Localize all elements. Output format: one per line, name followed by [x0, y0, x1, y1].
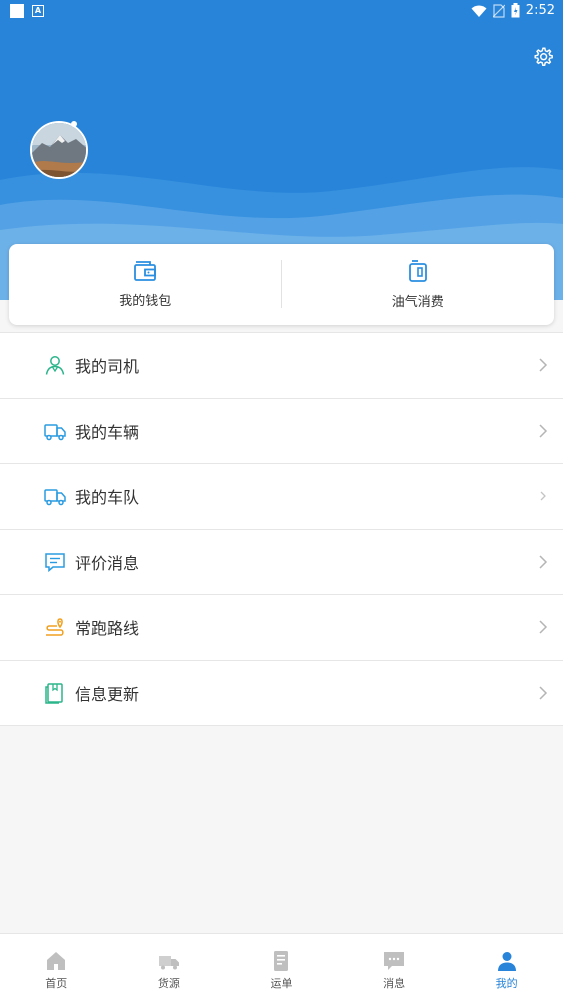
quick-actions-card: 我的钱包 油气消费: [9, 244, 554, 325]
menu-item-label: 我的司机: [75, 357, 140, 377]
wallet-button[interactable]: 我的钱包: [9, 244, 282, 325]
tab-messages[interactable]: 消息: [338, 934, 451, 1002]
cargo-truck-icon: [158, 956, 179, 970]
tab-home[interactable]: 首页: [0, 934, 113, 1002]
battery-icon: [511, 3, 520, 18]
menu-item-label: 评价消息: [75, 553, 140, 573]
person-icon: [497, 952, 516, 971]
home-icon: [47, 952, 66, 970]
document-icon: [45, 683, 63, 704]
tab-label: 消息: [383, 977, 406, 990]
menu-item-my-fleet[interactable]: 我的车队: [0, 464, 563, 530]
chevron-right-icon: [539, 424, 548, 438]
gear-icon[interactable]: [532, 46, 554, 68]
chevron-right-icon: [539, 358, 548, 372]
chevron-right-icon: [539, 555, 548, 569]
menu-list: 我的司机 我的车辆 我的车队 评价消息 常跑路线 信息更新: [0, 332, 563, 726]
chat-icon: [384, 952, 405, 970]
bottom-navigation: 首页 货源 运单 消息 我的: [0, 933, 563, 1002]
wallet-label: 我的钱包: [119, 294, 172, 309]
tab-label: 首页: [45, 977, 68, 990]
menu-item-label: 我的车辆: [75, 422, 140, 442]
avatar[interactable]: [30, 121, 88, 179]
avatar-badge-dot: [71, 121, 77, 127]
truck-icon: [44, 424, 66, 440]
truck-icon: [44, 489, 66, 506]
notification-square-icon: [10, 4, 24, 18]
message-icon: [45, 553, 65, 572]
status-bar: A 2:52: [0, 0, 563, 24]
chevron-right-icon: [539, 620, 548, 634]
tab-mine[interactable]: 我的: [450, 934, 563, 1002]
fuel-icon: [408, 260, 427, 282]
menu-item-my-vehicles[interactable]: 我的车辆: [0, 399, 563, 464]
no-sim-icon: [492, 3, 505, 18]
tab-label: 货源: [157, 977, 180, 990]
menu-item-label: 我的车队: [75, 488, 140, 508]
tab-waybill[interactable]: 运单: [225, 934, 338, 1002]
wallet-icon: [134, 261, 157, 281]
waybill-icon: [274, 951, 289, 971]
wifi-icon: [471, 5, 487, 17]
fuel-consumption-button[interactable]: 油气消费: [282, 244, 555, 325]
chevron-right-icon: [540, 491, 546, 501]
menu-item-info-update[interactable]: 信息更新: [0, 661, 563, 726]
menu-item-my-drivers[interactable]: 我的司机: [0, 333, 563, 399]
driver-icon: [45, 356, 65, 375]
tab-label: 运单: [270, 977, 293, 990]
menu-item-frequent-routes[interactable]: 常跑路线: [0, 595, 563, 661]
status-time: 2:52: [525, 3, 555, 18]
android-a-icon: A: [32, 5, 44, 17]
tab-label: 我的: [495, 977, 518, 990]
fuel-label: 油气消费: [391, 295, 444, 310]
chevron-right-icon: [539, 686, 548, 700]
route-icon: [46, 618, 64, 636]
card-divider: [281, 260, 282, 308]
menu-item-label: 常跑路线: [75, 619, 140, 639]
menu-item-label: 信息更新: [75, 684, 140, 704]
menu-item-reviews[interactable]: 评价消息: [0, 530, 563, 595]
tab-cargo[interactable]: 货源: [113, 934, 226, 1002]
